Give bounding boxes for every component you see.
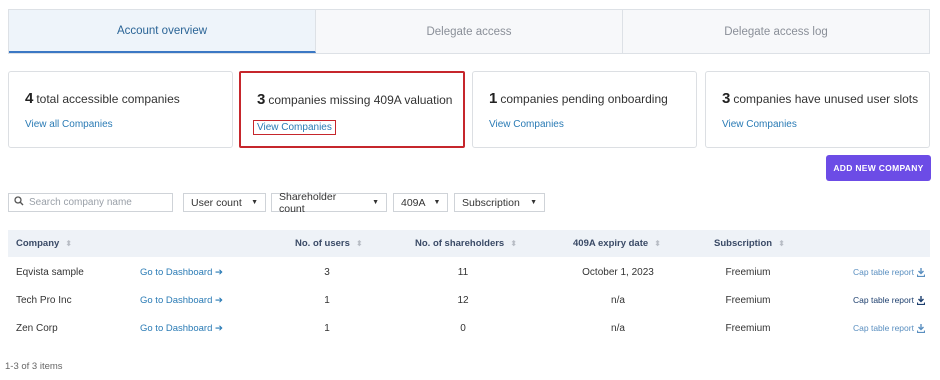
search-input[interactable]: [29, 197, 169, 208]
expiry-date: n/a: [611, 322, 625, 334]
sort-icon: ⬍: [355, 239, 363, 248]
tab-account-overview[interactable]: Account overview: [9, 10, 316, 53]
sort-icon: ⬍: [654, 239, 661, 248]
arrow-right-icon: ➔: [212, 322, 223, 334]
caret-down-icon: ▼: [251, 199, 258, 206]
view-companies-link-onboarding[interactable]: View Companies: [489, 119, 564, 130]
sort-icon: ⬍: [778, 239, 785, 248]
filter-label: Subscription: [462, 196, 520, 209]
company-name: Tech Pro Inc: [16, 294, 72, 306]
filter-label: Shareholder count: [279, 190, 337, 215]
summary-card-missing-409a: 3 companies missing 409A valuation View C…: [239, 71, 465, 148]
subscription-value: Freemium: [725, 266, 771, 278]
column-header-subscription[interactable]: Subscription ⬍: [714, 230, 785, 257]
search-icon: [14, 196, 24, 209]
add-new-company-button[interactable]: ADD NEW COMPANY: [826, 155, 931, 181]
tab-bar: Account overview Delegate access Delegat…: [8, 9, 930, 54]
shareholder-count-filter[interactable]: Shareholder count ▼: [271, 190, 387, 215]
card-count: 4: [25, 90, 34, 107]
cap-table-report-link[interactable]: Cap table report: [853, 314, 925, 342]
summary-card-pending-onboarding: 1 companies pending onboarding View Compa…: [472, 71, 697, 148]
users-count: 1: [324, 294, 330, 306]
tab-delegate-access-log[interactable]: Delegate access log: [623, 10, 929, 53]
table-header: Company ⬍ No. of users ⬍ No. of shareholde…: [8, 230, 930, 257]
arrow-right-icon: ➔: [212, 294, 223, 306]
subscription-filter[interactable]: Subscription ▼: [454, 193, 545, 212]
expiry-date: October 1, 2023: [582, 266, 654, 278]
view-all-companies-link[interactable]: View all Companies: [25, 119, 113, 130]
column-header-expiry[interactable]: 409A expiry date ⬍: [573, 230, 661, 257]
filter-label: 409A: [401, 196, 426, 209]
card-count: 3: [722, 90, 731, 107]
summary-card-accessible: 4 total accessible companies View all Com…: [8, 71, 233, 148]
card-text: companies have unused user slots: [733, 92, 919, 106]
company-name: Eqvista sample: [16, 266, 84, 278]
caret-down-icon: ▼: [433, 199, 441, 206]
view-companies-link-slots[interactable]: View Companies: [722, 119, 797, 130]
users-count: 3: [324, 266, 330, 278]
caret-down-icon: ▼: [372, 199, 379, 206]
card-count: 3: [257, 91, 266, 108]
shareholders-count: 12: [457, 294, 469, 306]
filter-label: User count: [191, 196, 242, 209]
pagination-summary: 1-3 of 3 items: [5, 361, 63, 372]
sort-icon: ⬍: [510, 239, 517, 248]
card-text: companies missing 409A valuation: [268, 93, 453, 107]
tab-delegate-access[interactable]: Delegate access: [316, 10, 623, 53]
table-row: Zen Corp Go to Dashboard ➔ 1 0 n/a Freem…: [8, 314, 930, 342]
download-icon: [916, 267, 925, 277]
go-to-dashboard-link[interactable]: Go to Dashboard ➔: [140, 314, 223, 342]
summary-card-unused-slots: 3 companies have unused user slots View C…: [705, 71, 930, 148]
shareholders-count: 11: [457, 266, 469, 278]
column-header-users[interactable]: No. of users ⬍: [295, 230, 363, 257]
view-companies-link-409a[interactable]: View Companies: [253, 120, 336, 135]
subscription-value: Freemium: [725, 294, 771, 306]
go-to-dashboard-link[interactable]: Go to Dashboard ➔: [140, 286, 223, 314]
search-box: [8, 193, 173, 212]
cap-table-report-link[interactable]: Cap table report: [853, 286, 925, 314]
column-header-company[interactable]: Company ⬍: [16, 230, 72, 257]
table-row: Eqvista sample Go to Dashboard ➔ 3 11 Oc…: [8, 258, 930, 286]
users-count: 1: [324, 322, 330, 334]
cap-table-report-link[interactable]: Cap table report: [853, 258, 925, 286]
sort-icon: ⬍: [65, 239, 72, 248]
table-row: Tech Pro Inc Go to Dashboard ➔ 1 12 n/a …: [8, 286, 930, 314]
go-to-dashboard-link[interactable]: Go to Dashboard ➔: [140, 258, 223, 286]
valuation-409a-filter[interactable]: 409A ▼: [393, 193, 448, 212]
card-count: 1: [489, 90, 498, 107]
column-header-shareholders[interactable]: No. of shareholders ⬍: [415, 230, 517, 257]
card-text: companies pending onboarding: [500, 92, 668, 106]
user-count-filter[interactable]: User count ▼: [183, 193, 266, 212]
company-name: Zen Corp: [16, 322, 58, 334]
arrow-right-icon: ➔: [212, 266, 223, 278]
download-icon: [916, 323, 925, 333]
download-icon: [916, 295, 925, 305]
shareholders-count: 0: [460, 322, 466, 334]
expiry-date: n/a: [611, 294, 625, 306]
subscription-value: Freemium: [725, 322, 771, 334]
caret-down-icon: ▼: [530, 199, 537, 206]
card-text: total accessible companies: [36, 92, 180, 106]
